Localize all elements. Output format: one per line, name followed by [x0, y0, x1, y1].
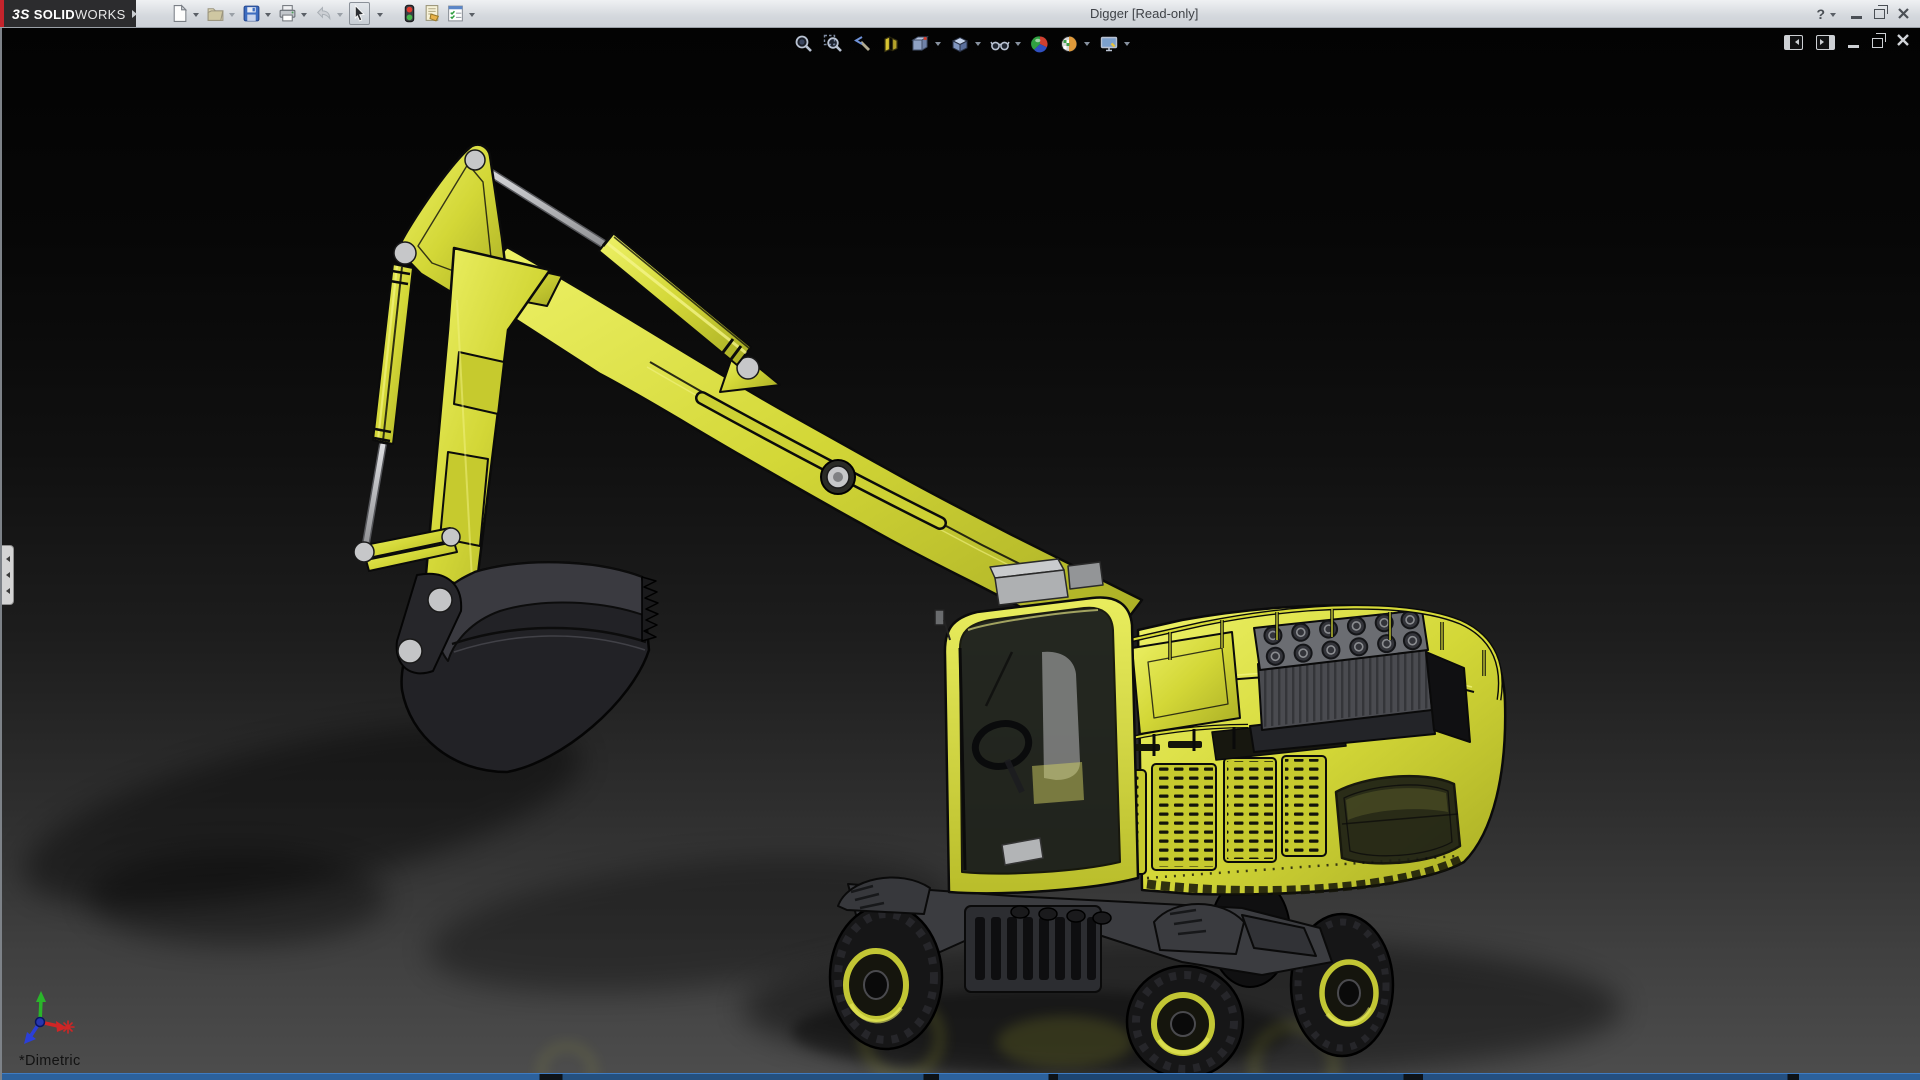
undo-dropdown-arrow[interactable]	[337, 13, 343, 17]
collapse-arrow-icon	[6, 572, 10, 578]
save-button[interactable]	[241, 2, 275, 25]
logo-3s-glyph: 3S	[12, 6, 30, 22]
section-view-button[interactable]	[881, 34, 901, 54]
solidworks-logo[interactable]: 3SSOLIDWORKS	[0, 0, 136, 27]
reference-triad	[24, 991, 74, 1044]
document-window-controls	[1784, 33, 1910, 52]
options-dropdown-arrow[interactable]	[469, 13, 475, 17]
logo-accent-stripe	[0, 0, 4, 27]
print-button[interactable]	[277, 2, 311, 25]
3d-model-canvas[interactable]	[2, 27, 1920, 1080]
new-document-icon	[170, 4, 189, 23]
undo-button[interactable]	[313, 2, 347, 25]
new-dropdown-arrow[interactable]	[193, 13, 199, 17]
display-style-button[interactable]	[950, 34, 981, 54]
rebuild-button[interactable]	[399, 2, 420, 25]
view-orientation-dropdown-arrow[interactable]	[935, 42, 941, 46]
rear-window	[1336, 776, 1460, 863]
print-dropdown-arrow[interactable]	[301, 13, 307, 17]
cab-glass	[960, 608, 1120, 874]
left-pin[interactable]	[394, 242, 416, 264]
bucket-teeth	[642, 577, 658, 641]
apply-scene-dropdown-arrow[interactable]	[1084, 42, 1090, 46]
bucket[interactable]	[397, 562, 658, 772]
rebuild-traffic-light-icon	[400, 4, 419, 23]
graphics-viewport[interactable]: *Dimetric	[0, 27, 1920, 1080]
help-dropdown-arrow[interactable]	[1830, 13, 1836, 17]
display-style-icon	[950, 34, 970, 54]
previous-view-icon	[852, 34, 872, 54]
view-settings-button[interactable]	[1099, 34, 1130, 54]
menu-expand-arrow-icon[interactable]	[132, 10, 137, 18]
app-close-button[interactable]	[1897, 0, 1910, 27]
doc-restore-button[interactable]	[1872, 38, 1883, 48]
section-view-icon	[881, 34, 901, 54]
title-bar: 3SSOLIDWORKS	[0, 0, 1920, 28]
view-settings-dropdown-arrow[interactable]	[1124, 42, 1130, 46]
taskbar-edge[interactable]	[2, 1073, 1920, 1080]
doc-close-button[interactable]	[1896, 33, 1910, 52]
options-button[interactable]	[445, 2, 479, 25]
zoom-to-fit-button[interactable]	[794, 34, 814, 54]
edit-appearance-icon	[1030, 34, 1050, 54]
main-toolbar	[168, 0, 480, 27]
hide-show-items-button[interactable]	[990, 34, 1021, 54]
open-button[interactable]	[205, 2, 239, 25]
open-dropdown-arrow[interactable]	[229, 13, 235, 17]
apex-pin[interactable]	[465, 150, 485, 170]
help-button[interactable]: ?	[1816, 6, 1839, 22]
boom-pin[interactable]	[821, 460, 855, 494]
select-dropdown-arrow[interactable]	[377, 13, 383, 17]
view-orientation-button[interactable]	[910, 34, 941, 54]
headsup-view-toolbar	[794, 32, 1130, 56]
app-restore-button[interactable]	[1874, 0, 1885, 27]
save-floppy-icon	[242, 4, 261, 23]
app-minimize-button[interactable]	[1851, 0, 1862, 27]
select-button[interactable]	[349, 2, 370, 25]
collapse-arrow-icon	[6, 556, 10, 562]
apply-scene-icon	[1059, 34, 1079, 54]
open-folder-icon	[206, 4, 225, 23]
previous-view-button[interactable]	[852, 34, 872, 54]
select-cursor-icon	[350, 4, 369, 23]
doc-minimize-button[interactable]	[1848, 38, 1859, 48]
body-housing[interactable]	[1082, 605, 1505, 894]
file-properties-icon	[423, 4, 442, 23]
feature-tree-collapsed-tab[interactable]	[2, 545, 14, 605]
hide-show-glasses-icon	[990, 34, 1010, 54]
edit-appearance-button[interactable]	[1030, 34, 1050, 54]
display-style-dropdown-arrow[interactable]	[975, 42, 981, 46]
file-properties-button[interactable]	[422, 2, 443, 25]
zoom-to-area-button[interactable]	[823, 34, 843, 54]
doc-close-x-icon	[1896, 33, 1910, 47]
bucket-hydraulic-cylinder[interactable]	[365, 264, 413, 549]
new-document-button[interactable]	[169, 2, 203, 25]
view-orientation-label: *Dimetric	[19, 1053, 81, 1069]
view-settings-icon	[1099, 34, 1119, 54]
select-dropdown[interactable]	[372, 9, 387, 19]
hide-show-dropdown-arrow[interactable]	[1015, 42, 1021, 46]
apply-scene-button[interactable]	[1059, 34, 1090, 54]
collapse-arrow-icon	[6, 588, 10, 594]
view-orientation-icon	[910, 34, 930, 54]
cab[interactable]	[935, 559, 1138, 893]
titlebar-window-controls: ?	[1816, 0, 1910, 27]
save-dropdown-arrow[interactable]	[265, 13, 271, 17]
zoom-to-fit-icon	[794, 34, 814, 54]
print-icon	[278, 4, 297, 23]
collapse-left-pane-button[interactable]	[1784, 35, 1803, 50]
close-x-icon	[1897, 7, 1910, 20]
logo-text: 3SSOLIDWORKS	[12, 6, 126, 22]
window-title: Digger [Read-only]	[1090, 6, 1198, 21]
zoom-to-area-icon	[823, 34, 843, 54]
collapse-right-pane-button[interactable]	[1816, 35, 1835, 50]
options-icon	[446, 4, 465, 23]
undo-icon	[314, 4, 333, 23]
